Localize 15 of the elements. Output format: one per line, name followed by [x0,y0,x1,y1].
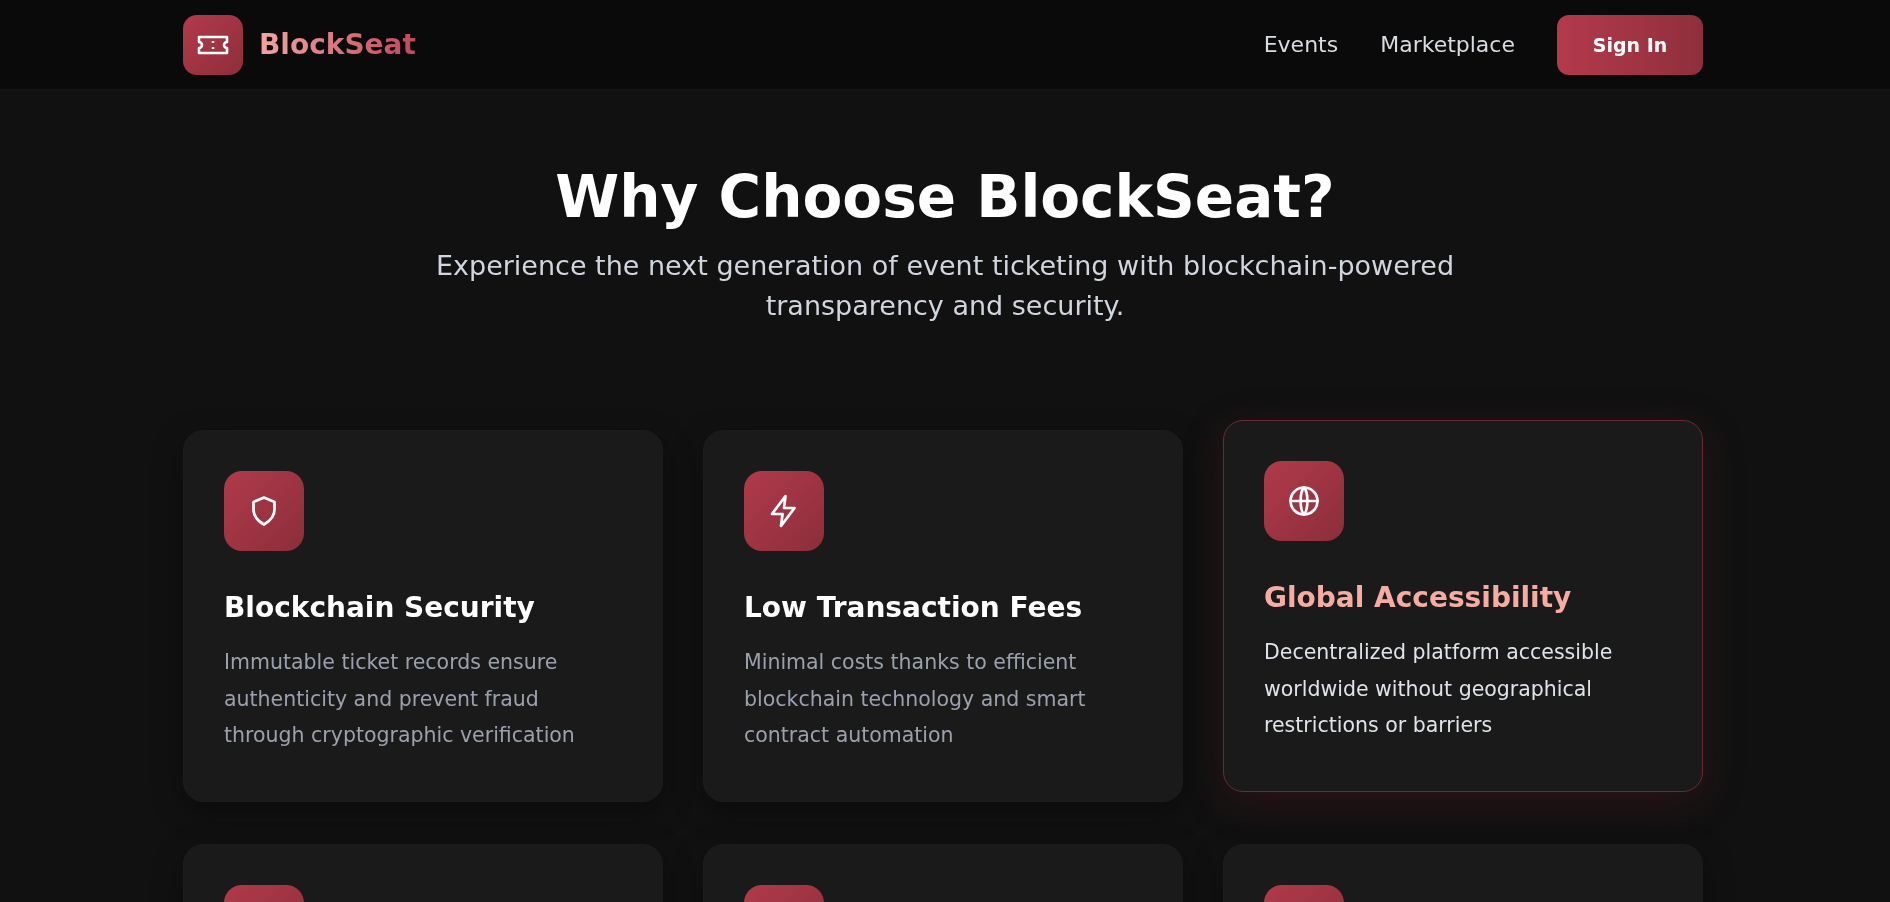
nav-link[interactable]: Marketplace [1380,32,1515,57]
feature-description: Immutable ticket records ensure authenticity and prevent fraud through cryptographic verification [224,649,576,749]
globe-icon [1264,461,1344,541]
section-subtitle: Experience the next generation of event ticketing with blockchain-powered transparency and security. [434,249,1456,323]
lightning-icon [744,471,824,551]
feature-description: Minimal costs thanks to efficient blockchain technology and smart contract automation [744,649,1087,749]
sign-in-button[interactable]: Sign In [1557,14,1703,75]
feature-description: Decentralized platform accessible worldwide without geographical restrictions or barriers [1264,639,1614,739]
nav-link[interactable]: Events [1263,32,1339,57]
feature-title: Low Transaction Fees [744,591,1084,624]
shield-icon [224,471,304,551]
section-heading: Why Choose BlockSeat? [554,162,1336,232]
feature-title: Blockchain Security [224,591,536,624]
feature-title: Global Accessibility [1264,581,1573,614]
ticket-logo-icon[interactable] [183,14,243,75]
